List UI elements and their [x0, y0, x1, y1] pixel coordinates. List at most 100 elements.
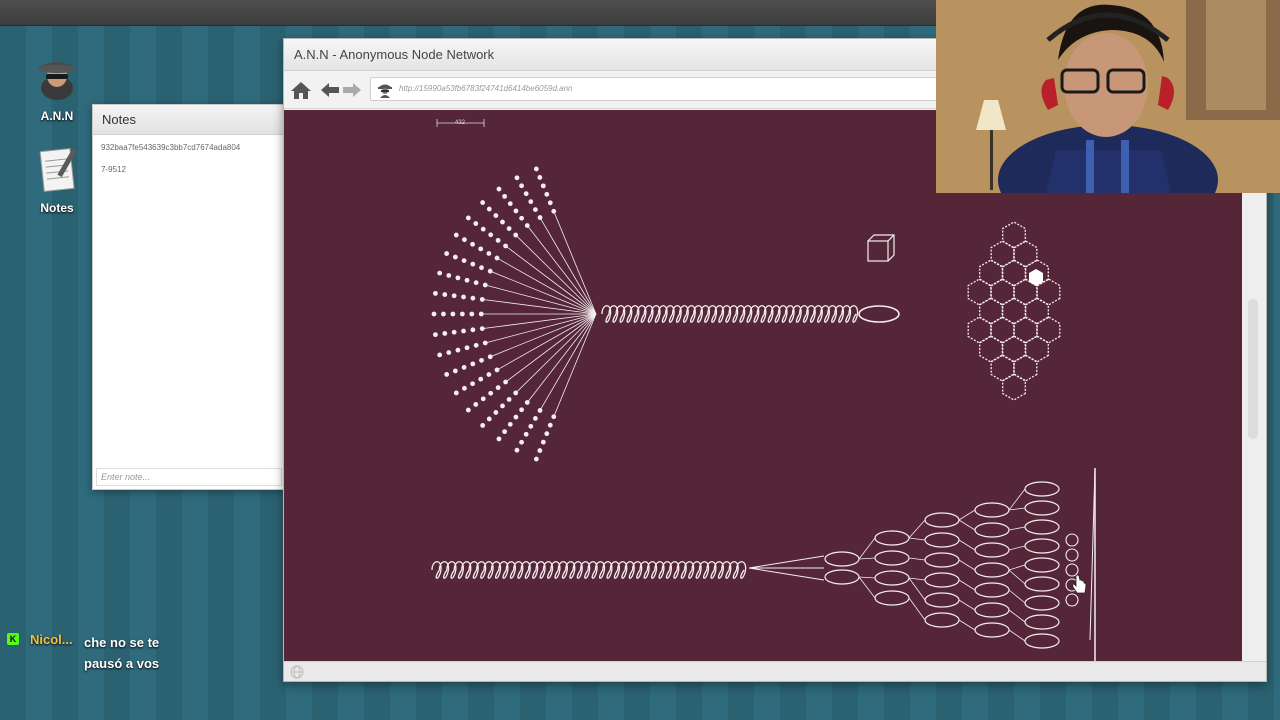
tree-edge — [958, 599, 976, 611]
fan-dot — [462, 237, 467, 243]
fan-dot — [433, 332, 438, 338]
tree-edge — [858, 537, 876, 560]
desktop-icon-label: A.N.N — [40, 109, 74, 123]
back-arrow-icon[interactable] — [319, 80, 341, 100]
home-icon[interactable] — [290, 80, 312, 100]
fan-dot — [551, 414, 557, 420]
fan-dot — [513, 208, 519, 214]
hex-cell — [1013, 354, 1038, 382]
tree-edge — [958, 579, 976, 591]
hex-lattice-node[interactable] — [967, 221, 1061, 401]
globe-icon[interactable] — [290, 665, 304, 679]
ellipse-tree-cluster[interactable] — [824, 481, 1079, 649]
fan-dot — [455, 347, 461, 353]
tree-node — [1024, 557, 1060, 573]
fan-dot — [461, 258, 467, 264]
note-line-code[interactable]: 7-9512 — [93, 152, 283, 174]
hex-cell — [990, 240, 1015, 268]
fan-dot — [493, 213, 499, 218]
fan-dot — [480, 396, 486, 402]
fan-dot — [470, 327, 476, 333]
hex-cell — [979, 259, 1003, 287]
fan-dot — [495, 237, 501, 243]
fan-dot — [446, 273, 452, 278]
tree-node — [874, 530, 910, 546]
fan-dot — [533, 207, 538, 212]
tree-edge — [1008, 564, 1026, 571]
fan-dot — [469, 311, 475, 317]
fan-node-cluster[interactable] — [431, 166, 597, 462]
fan-dot — [533, 166, 539, 172]
status-bar — [284, 661, 1266, 681]
fan-dot — [514, 447, 520, 453]
tree-node — [924, 552, 960, 568]
tree-edge — [958, 519, 976, 531]
fan-dot — [528, 423, 534, 429]
tree-node — [974, 582, 1010, 598]
fan-dot — [486, 416, 492, 422]
fan-spoke — [539, 217, 597, 315]
hex-cell — [990, 316, 1015, 344]
fan-dot — [470, 261, 476, 267]
fan-dot — [478, 311, 484, 317]
fan-dot — [444, 372, 450, 377]
fan-spoke — [539, 313, 597, 411]
fan-dot — [479, 265, 484, 271]
tree-node — [874, 590, 910, 606]
fan-dot — [470, 241, 475, 247]
fan-dot — [540, 183, 546, 189]
coil-link-top — [601, 305, 859, 323]
tree-edge — [958, 619, 976, 631]
note-input[interactable]: Enter note... — [96, 468, 282, 486]
hex-cell — [1002, 373, 1026, 401]
fan-dot — [433, 290, 438, 296]
tree-node — [874, 570, 910, 586]
hex-cell — [979, 297, 1003, 325]
tree-edge — [858, 576, 876, 579]
fan-dot — [478, 246, 484, 252]
hex-cell — [967, 278, 992, 306]
tree-edge — [908, 519, 926, 539]
tree-node — [1024, 595, 1060, 611]
fan-dot — [480, 423, 486, 428]
fan-dot — [462, 385, 467, 391]
desktop-icon-ann[interactable]: A.N.N — [22, 52, 92, 123]
tree-node — [1024, 538, 1060, 554]
disc-node[interactable] — [858, 305, 900, 323]
fan-dot — [473, 221, 479, 226]
tree-edge — [958, 559, 976, 571]
scrollbar-thumb[interactable] — [1248, 299, 1258, 439]
hex-cell — [990, 354, 1015, 382]
fan-dot — [480, 226, 486, 232]
vertical-scrollbar[interactable] — [1246, 119, 1260, 659]
fan-dot — [507, 421, 513, 427]
hex-cell — [1002, 297, 1026, 325]
coil-link-bottom — [431, 561, 747, 579]
hex-cell — [1036, 316, 1061, 344]
fan-dot — [495, 385, 501, 391]
fan-dot — [470, 381, 475, 387]
tree-edge — [1008, 545, 1026, 551]
scale-label: 432 — [455, 120, 466, 126]
webcam-overlay — [936, 0, 1280, 193]
fan-dot — [551, 208, 557, 214]
cube-node[interactable] — [867, 234, 895, 262]
fan-dot — [479, 357, 484, 363]
fan-dot — [544, 431, 550, 437]
notes-window-title[interactable]: Notes — [93, 105, 283, 135]
fan-dot — [547, 200, 553, 206]
fan-dot — [486, 372, 492, 377]
fan-dot — [473, 280, 479, 286]
note-line-hash[interactable]: 932baa7fe543639c3bb7cd7674ada804 — [93, 135, 283, 152]
tree-edge — [1008, 507, 1026, 511]
fan-dot — [482, 340, 488, 346]
desktop-icon-notes[interactable]: Notes — [22, 144, 92, 215]
forward-arrow-icon[interactable] — [341, 80, 363, 100]
fan-dot — [519, 407, 525, 413]
fan-dot — [464, 277, 470, 283]
tree-edge — [958, 539, 976, 551]
hex-cell — [1025, 297, 1049, 325]
fan-dot — [461, 328, 466, 334]
fan-dot — [519, 215, 525, 221]
fan-dot — [461, 364, 467, 370]
